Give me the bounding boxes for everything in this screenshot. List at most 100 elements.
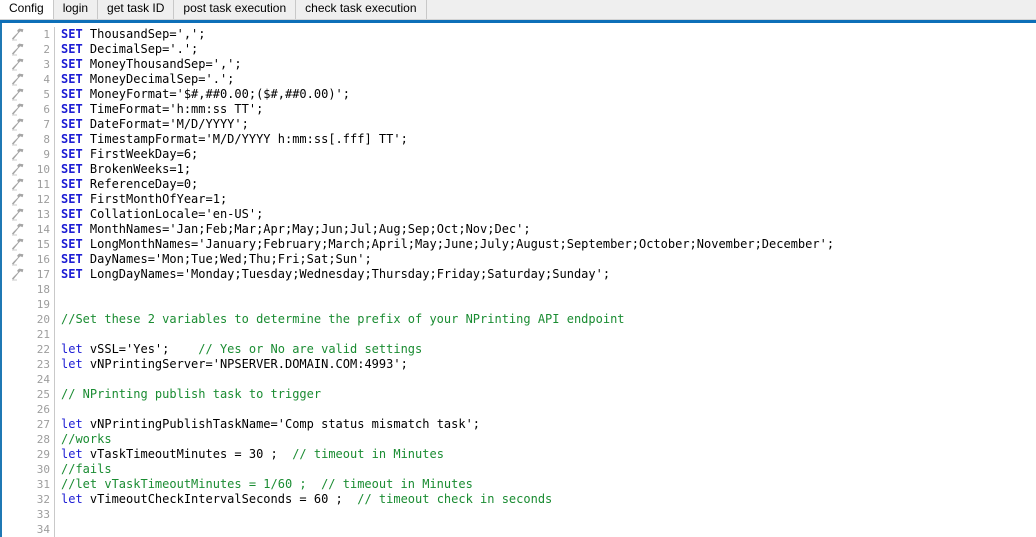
tab-bar: Configloginget task IDpost task executio… — [0, 0, 1036, 20]
line-number: 15 — [32, 237, 54, 252]
code-text: // NPrinting publish task to trigger — [55, 387, 321, 402]
code-line[interactable]: 11SET ReferenceDay=0; — [2, 177, 1036, 192]
code-line[interactable]: 14SET MonthNames='Jan;Feb;Mar;Apr;May;Ju… — [2, 222, 1036, 237]
code-line[interactable]: 25// NPrinting publish task to trigger — [2, 387, 1036, 402]
tab-post-task-execution[interactable]: post task execution — [174, 0, 296, 19]
tab-config[interactable]: Config — [0, 0, 54, 19]
code-line[interactable]: 6SET TimeFormat='h:mm:ss TT'; — [2, 102, 1036, 117]
hammer-icon[interactable] — [2, 87, 32, 102]
code-line[interactable]: 24 — [2, 372, 1036, 387]
line-number: 1 — [32, 27, 54, 42]
hammer-icon[interactable] — [2, 207, 32, 222]
hammer-icon[interactable] — [2, 177, 32, 192]
code-line[interactable]: 13SET CollationLocale='en-US'; — [2, 207, 1036, 222]
line-number: 8 — [32, 132, 54, 147]
tab-bar-filler — [427, 0, 1036, 19]
code-text: //let vTaskTimeoutMinutes = 1/60 ; // ti… — [55, 477, 473, 492]
code-line[interactable]: 7SET DateFormat='M/D/YYYY'; — [2, 117, 1036, 132]
code-line[interactable]: 29let vTaskTimeoutMinutes = 30 ; // time… — [2, 447, 1036, 462]
code-comment: //let vTaskTimeoutMinutes = 1/60 ; // ti… — [61, 477, 473, 491]
code-line[interactable]: 20//Set these 2 variables to determine t… — [2, 312, 1036, 327]
hammer-icon[interactable] — [2, 237, 32, 252]
code-line[interactable]: 18 — [2, 282, 1036, 297]
code-text: SET CollationLocale='en-US'; — [55, 207, 263, 222]
code-literal: DecimalSep='.'; — [90, 42, 198, 56]
code-text: SET ThousandSep=','; — [55, 27, 206, 42]
code-line[interactable]: 5SET MoneyFormat='$#,##0.00;($#,##0.00)'… — [2, 87, 1036, 102]
code-text: SET FirstWeekDay=6; — [55, 147, 198, 162]
hammer-icon[interactable] — [2, 42, 32, 57]
hammer-icon[interactable] — [2, 147, 32, 162]
code-line[interactable]: 1SET ThousandSep=','; — [2, 27, 1036, 42]
code-line[interactable]: 17SET LongDayNames='Monday;Tuesday;Wedne… — [2, 267, 1036, 282]
code-keyword: SET — [61, 222, 90, 236]
code-line[interactable]: 22let vSSL='Yes'; // Yes or No are valid… — [2, 342, 1036, 357]
code-comment: // timeout in Minutes — [292, 447, 444, 461]
code-line[interactable]: 16SET DayNames='Mon;Tue;Wed;Thu;Fri;Sat;… — [2, 252, 1036, 267]
code-editor[interactable]: 1SET ThousandSep=',';2SET DecimalSep='.'… — [0, 23, 1036, 537]
code-line[interactable]: 10SET BrokenWeeks=1; — [2, 162, 1036, 177]
code-line[interactable]: 9SET FirstWeekDay=6; — [2, 147, 1036, 162]
code-text: SET LongDayNames='Monday;Tuesday;Wednesd… — [55, 267, 610, 282]
code-line[interactable]: 8SET TimestampFormat='M/D/YYYY h:mm:ss[.… — [2, 132, 1036, 147]
code-text: SET TimestampFormat='M/D/YYYY h:mm:ss[.f… — [55, 132, 408, 147]
code-text — [55, 522, 61, 537]
line-number: 5 — [32, 87, 54, 102]
code-line[interactable]: 15SET LongMonthNames='January;February;M… — [2, 237, 1036, 252]
code-keyword: SET — [61, 252, 90, 266]
code-line[interactable]: 12SET FirstMonthOfYear=1; — [2, 192, 1036, 207]
code-text — [55, 372, 61, 387]
code-keyword: SET — [61, 57, 90, 71]
gutter-blank — [2, 507, 32, 522]
hammer-icon[interactable] — [2, 267, 32, 282]
line-number: 3 — [32, 57, 54, 72]
code-line[interactable]: 3SET MoneyThousandSep=','; — [2, 57, 1036, 72]
hammer-icon[interactable] — [2, 192, 32, 207]
line-number: 32 — [32, 492, 54, 507]
code-line[interactable]: 2SET DecimalSep='.'; — [2, 42, 1036, 57]
code-text — [55, 297, 61, 312]
hammer-icon[interactable] — [2, 252, 32, 267]
hammer-icon[interactable] — [2, 132, 32, 147]
code-text: SET BrokenWeeks=1; — [55, 162, 191, 177]
tab-check-task-execution[interactable]: check task execution — [296, 0, 426, 19]
hammer-icon[interactable] — [2, 57, 32, 72]
hammer-icon[interactable] — [2, 117, 32, 132]
tab-get-task-id[interactable]: get task ID — [98, 0, 174, 19]
code-line[interactable]: 28//works — [2, 432, 1036, 447]
code-line[interactable]: 32let vTimeoutCheckIntervalSeconds = 60 … — [2, 492, 1036, 507]
line-number: 6 — [32, 102, 54, 117]
code-literal: DayNames='Mon;Tue;Wed;Thu;Fri;Sat;Sun'; — [90, 252, 372, 266]
gutter-blank — [2, 282, 32, 297]
code-keyword: let — [61, 417, 90, 431]
code-keyword: SET — [61, 87, 90, 101]
code-line[interactable]: 34 — [2, 522, 1036, 537]
code-line[interactable]: 26 — [2, 402, 1036, 417]
line-number: 4 — [32, 72, 54, 87]
gutter-blank — [2, 447, 32, 462]
code-keyword: SET — [61, 207, 90, 221]
code-line[interactable]: 33 — [2, 507, 1036, 522]
code-line[interactable]: 23let vNPrintingServer='NPSERVER.DOMAIN.… — [2, 357, 1036, 372]
hammer-icon[interactable] — [2, 162, 32, 177]
gutter-blank — [2, 417, 32, 432]
line-number: 29 — [32, 447, 54, 462]
code-text: SET MoneyThousandSep=','; — [55, 57, 242, 72]
gutter-blank — [2, 357, 32, 372]
code-line[interactable]: 21 — [2, 327, 1036, 342]
code-text: //works — [55, 432, 112, 447]
code-line[interactable]: 27let vNPrintingPublishTaskName='Comp st… — [2, 417, 1036, 432]
hammer-icon[interactable] — [2, 27, 32, 42]
tab-login[interactable]: login — [54, 0, 98, 19]
code-text: let vSSL='Yes'; // Yes or No are valid s… — [55, 342, 422, 357]
code-line[interactable]: 19 — [2, 297, 1036, 312]
code-line[interactable]: 30//fails — [2, 462, 1036, 477]
code-line[interactable]: 31//let vTaskTimeoutMinutes = 1/60 ; // … — [2, 477, 1036, 492]
hammer-icon[interactable] — [2, 222, 32, 237]
hammer-icon[interactable] — [2, 102, 32, 117]
code-literal: LongDayNames='Monday;Tuesday;Wednesday;T… — [90, 267, 610, 281]
hammer-icon[interactable] — [2, 72, 32, 87]
code-line[interactable]: 4SET MoneyDecimalSep='.'; — [2, 72, 1036, 87]
code-keyword: SET — [61, 72, 90, 86]
line-number: 21 — [32, 327, 54, 342]
